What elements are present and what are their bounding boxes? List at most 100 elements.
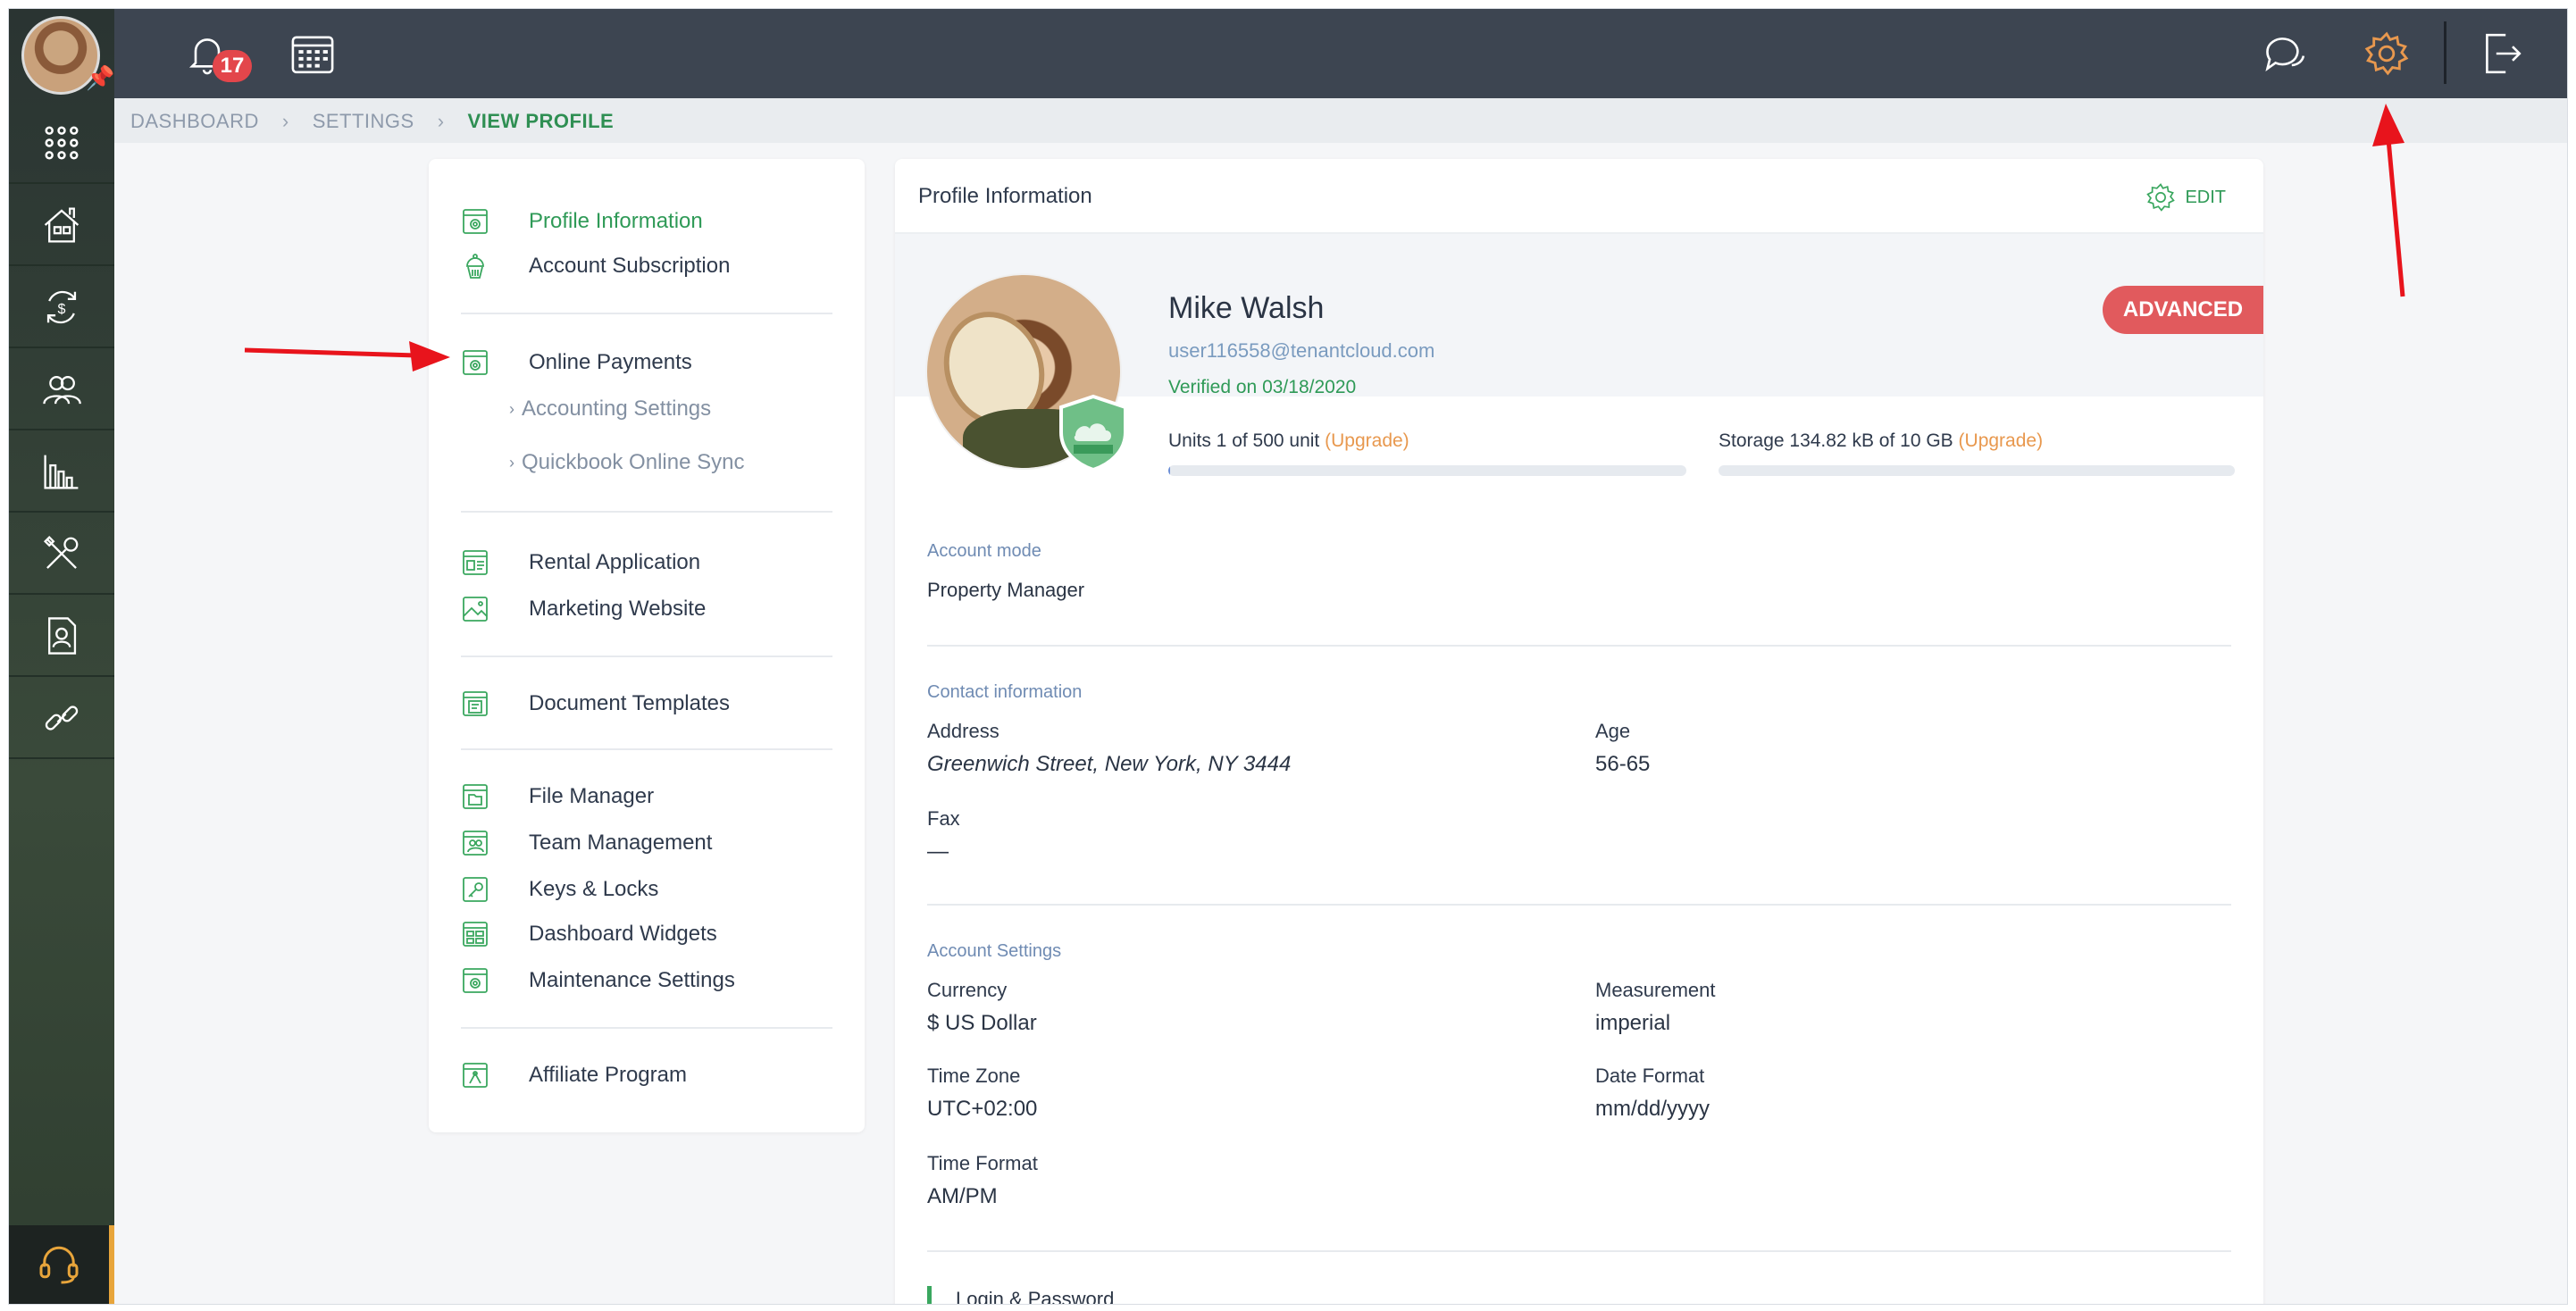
menu-divider bbox=[461, 511, 832, 513]
storage-usage: Storage 134.82 kB of 10 GB (Upgrade) bbox=[1719, 430, 2043, 452]
chat-icon[interactable] bbox=[2262, 30, 2308, 77]
file-icon bbox=[463, 784, 488, 809]
address-label: Address bbox=[927, 720, 999, 742]
annotation-arrow-online-payments bbox=[244, 341, 450, 372]
account-mode-label: Account mode bbox=[927, 541, 1041, 561]
date-format-label: Date Format bbox=[1595, 1065, 1705, 1087]
verified-date: Verified on 03/18/2020 bbox=[1168, 377, 1357, 397]
section-divider bbox=[927, 645, 2231, 647]
age-label: Age bbox=[1595, 720, 1631, 742]
account-settings-label: Account Settings bbox=[927, 941, 1062, 961]
menu-item-document-templates[interactable]: Document Templates bbox=[429, 686, 840, 722]
currency-label: Currency bbox=[927, 979, 1008, 1001]
menu-label: Profile Information bbox=[529, 209, 703, 233]
units-progress-fill bbox=[1168, 465, 1170, 476]
chevron-right-icon: › bbox=[281, 110, 289, 132]
date-format-value: mm/dd/yyyy bbox=[1595, 1097, 1710, 1121]
breadcrumb-view-profile: VIEW PROFILE bbox=[467, 110, 615, 132]
measurement-label: Measurement bbox=[1595, 979, 1716, 1001]
time-format-label: Time Format bbox=[927, 1152, 1038, 1174]
contact-info-label: Contact information bbox=[927, 682, 1083, 702]
units-usage: Units 1 of 500 unit (Upgrade) bbox=[1168, 430, 1409, 452]
login-password-label[interactable]: Login & Password bbox=[956, 1288, 1114, 1304]
chevron-right-icon: › bbox=[509, 399, 514, 418]
breadcrumb-dashboard[interactable]: DASHBOARD bbox=[130, 110, 259, 133]
storage-upgrade-link[interactable]: (Upgrade) bbox=[1959, 430, 2044, 451]
properties-icon[interactable] bbox=[9, 186, 114, 266]
profile-icon bbox=[463, 209, 488, 234]
apps-grid-icon[interactable] bbox=[9, 104, 114, 184]
storage-text: Storage 134.82 kB of 10 GB bbox=[1719, 430, 1953, 451]
menu-item-keys-locks[interactable]: Keys & Locks bbox=[429, 872, 840, 907]
units-progress-bar bbox=[1168, 465, 1686, 476]
menu-label: Marketing Website bbox=[529, 597, 707, 621]
menu-item-account-subscription[interactable]: Account Subscription bbox=[429, 248, 840, 284]
application-icon bbox=[463, 550, 488, 575]
cupcake-icon bbox=[466, 254, 484, 279]
people-icon[interactable] bbox=[9, 350, 114, 430]
settings-menu: Profile Information Account Subscription… bbox=[429, 159, 865, 1132]
profile-card-header: Profile Information EDIT bbox=[895, 159, 2263, 234]
notifications-badge[interactable]: 17 bbox=[213, 50, 252, 82]
verified-shield-icon bbox=[1059, 394, 1127, 472]
breadcrumb-bar: DASHBOARD › SETTINGS › VIEW PROFILE bbox=[114, 98, 2567, 143]
edit-button[interactable]: EDIT bbox=[2145, 182, 2226, 213]
accounting-icon[interactable]: $ bbox=[9, 268, 114, 348]
timezone-label: Time Zone bbox=[927, 1065, 1021, 1087]
menu-divider bbox=[461, 313, 832, 314]
gear-icon bbox=[2146, 183, 2176, 212]
annotation-arrow-settings bbox=[2372, 104, 2405, 297]
logout-icon[interactable] bbox=[2478, 30, 2524, 77]
menu-label: Affiliate Program bbox=[529, 1063, 687, 1087]
currency-value: $ US Dollar bbox=[927, 1011, 1037, 1035]
menu-label: Maintenance Settings bbox=[529, 968, 735, 992]
profile-card-title: Profile Information bbox=[918, 184, 1092, 208]
maintenance-tools-icon[interactable] bbox=[9, 514, 114, 595]
top-header: 17 bbox=[114, 9, 2567, 98]
edit-label: EDIT bbox=[2185, 187, 2226, 207]
menu-sub-label: Quickbook Online Sync bbox=[522, 450, 745, 474]
timezone-value: UTC+02:00 bbox=[927, 1097, 1038, 1121]
menu-item-file-manager[interactable]: File Manager bbox=[429, 779, 840, 814]
header-divider bbox=[2444, 21, 2446, 84]
menu-sub-accounting-settings[interactable]: › Accounting Settings bbox=[509, 393, 711, 425]
menu-item-profile-information[interactable]: Profile Information bbox=[429, 204, 840, 239]
maintenance-icon bbox=[463, 968, 488, 993]
affiliate-icon bbox=[463, 1063, 488, 1088]
calendar-icon[interactable] bbox=[289, 30, 336, 77]
settings-gear-icon[interactable] bbox=[2363, 30, 2410, 77]
document-icon bbox=[463, 691, 488, 716]
menu-sub-quickbook-online-sync[interactable]: › Quickbook Online Sync bbox=[509, 447, 744, 479]
units-upgrade-link[interactable]: (Upgrade) bbox=[1325, 430, 1409, 451]
menu-item-maintenance-settings[interactable]: Maintenance Settings bbox=[429, 963, 840, 998]
team-icon bbox=[463, 831, 488, 856]
link-icon[interactable] bbox=[9, 679, 114, 759]
plan-badge[interactable]: ADVANCED bbox=[2103, 286, 2263, 334]
contacts-icon[interactable] bbox=[9, 597, 114, 677]
measurement-value: imperial bbox=[1595, 1011, 1671, 1035]
pin-icon[interactable]: 📌 bbox=[86, 64, 114, 92]
payments-icon bbox=[463, 350, 488, 375]
menu-sub-label: Accounting Settings bbox=[522, 397, 712, 421]
reports-icon[interactable] bbox=[9, 432, 114, 513]
profile-email[interactable]: user116558@tenantcloud.com bbox=[1168, 339, 1434, 363]
breadcrumb-settings[interactable]: SETTINGS bbox=[313, 110, 414, 133]
menu-item-online-payments[interactable]: Online Payments bbox=[429, 345, 840, 380]
menu-item-affiliate-program[interactable]: Affiliate Program bbox=[429, 1057, 840, 1093]
menu-item-team-management[interactable]: Team Management bbox=[429, 825, 840, 861]
fax-label: Fax bbox=[927, 807, 960, 830]
support-headset-icon[interactable] bbox=[9, 1225, 114, 1304]
menu-item-dashboard-widgets[interactable]: Dashboard Widgets bbox=[429, 916, 840, 952]
left-sidebar: 📌 $ bbox=[9, 9, 114, 1304]
menu-item-rental-application[interactable]: Rental Application bbox=[429, 545, 840, 580]
key-icon bbox=[463, 877, 488, 902]
address-value: Greenwich Street, New York, NY 3444 bbox=[927, 752, 1292, 776]
svg-text:$: $ bbox=[58, 301, 66, 317]
menu-item-marketing-website[interactable]: Marketing Website bbox=[429, 591, 840, 627]
menu-divider bbox=[461, 656, 832, 657]
fax-value: — bbox=[927, 839, 949, 864]
menu-label: Keys & Locks bbox=[529, 877, 659, 901]
units-text: Units 1 of 500 unit bbox=[1168, 430, 1320, 451]
profile-card: Profile Information EDIT Mike Walsh user… bbox=[895, 159, 2263, 1304]
profile-name: Mike Walsh bbox=[1168, 291, 1325, 325]
